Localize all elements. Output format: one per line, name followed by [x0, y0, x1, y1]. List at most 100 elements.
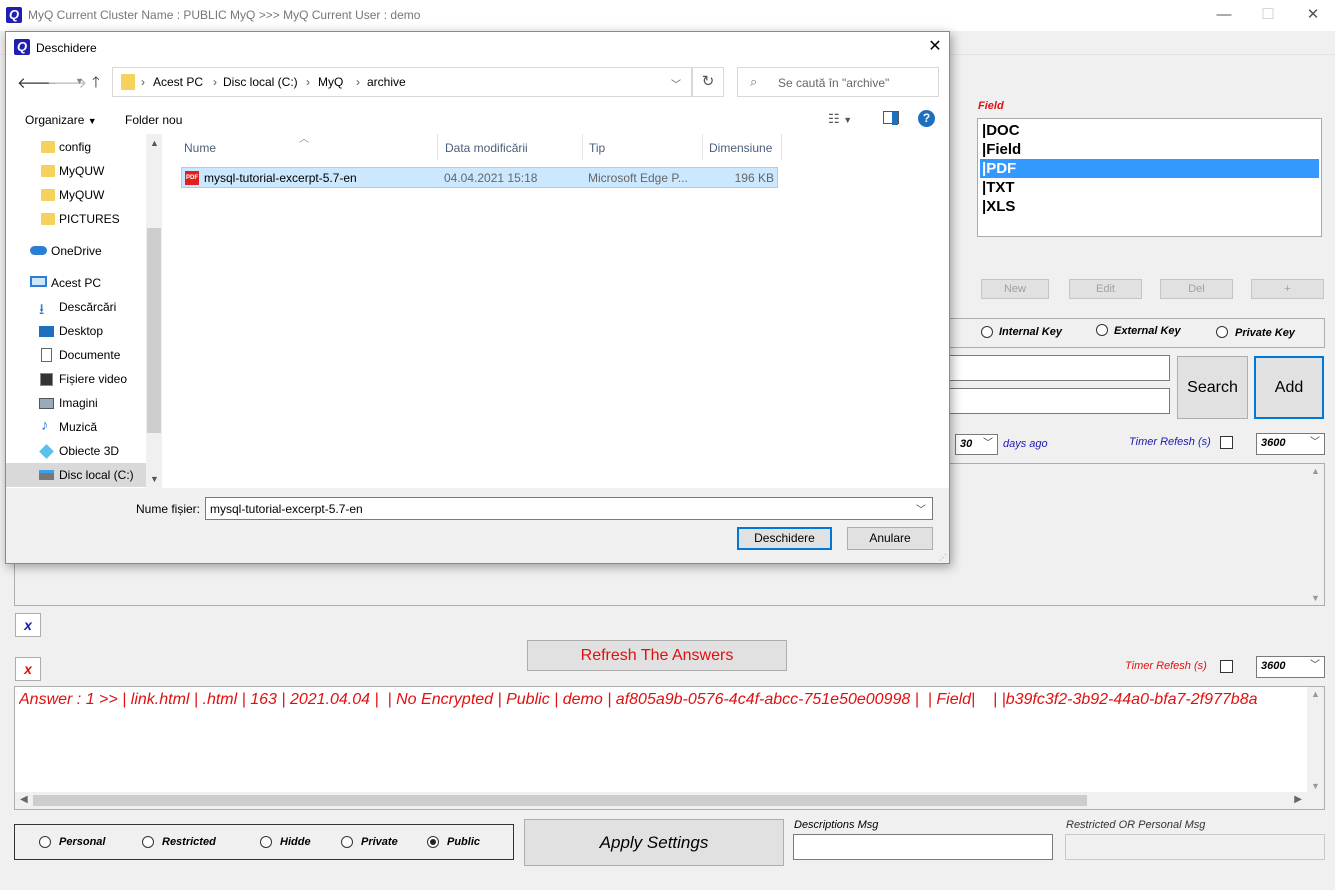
- edit-field-button[interactable]: Edit: [1069, 279, 1142, 299]
- answers-textarea[interactable]: Answer : 1 >> | link.html | .html | 163 …: [14, 686, 1325, 810]
- external-key-radio[interactable]: [1096, 324, 1108, 336]
- folder-icon: [41, 141, 55, 153]
- scroll-down-icon[interactable]: ▼: [1311, 593, 1320, 603]
- nav-pictures[interactable]: Imagini: [59, 396, 98, 410]
- scroll-right-icon[interactable]: ▶: [1294, 794, 1302, 805]
- internal-key-radio[interactable]: [981, 326, 993, 338]
- search-input[interactable]: [940, 355, 1170, 381]
- column-date[interactable]: Data modificării: [445, 141, 528, 155]
- internal-key-label: Internal Key: [999, 326, 1062, 338]
- cancel-button[interactable]: Anulare: [847, 527, 933, 550]
- help-icon[interactable]: ?: [918, 110, 935, 127]
- nav-local-disk[interactable]: Disc local (C:): [59, 468, 134, 482]
- clear-x-button-2[interactable]: x: [15, 657, 41, 681]
- answers-vscrollbar[interactable]: ▲ ▼: [1307, 687, 1324, 793]
- crumb-archive[interactable]: archive: [367, 75, 406, 89]
- minimize-button[interactable]: —: [1214, 6, 1234, 26]
- personal-radio[interactable]: [39, 836, 51, 848]
- refresh-answers-button[interactable]: Refresh The Answers: [527, 640, 787, 671]
- file-type: Microsoft Edge P...: [588, 171, 688, 185]
- answers-hscrollbar[interactable]: ◀ ▶: [15, 792, 1324, 809]
- scroll-left-icon[interactable]: ◀: [20, 794, 28, 805]
- field-item-xls[interactable]: |XLS: [980, 197, 1319, 216]
- search-button[interactable]: Search: [1177, 356, 1248, 419]
- field-item-pdf[interactable]: |PDF: [980, 159, 1319, 178]
- nav-music[interactable]: Muzică: [59, 420, 97, 434]
- hscroll-thumb[interactable]: [33, 795, 1087, 806]
- nav-folder-config[interactable]: config: [59, 140, 91, 154]
- address-bar[interactable]: › Acest PC › Disc local (C:) › MyQ › arc…: [112, 67, 692, 97]
- column-name[interactable]: Nume: [184, 141, 216, 155]
- filename-input[interactable]: mysql-tutorial-excerpt-5.7-en ﹀: [205, 497, 933, 520]
- field-item-txt[interactable]: |TXT: [980, 178, 1319, 197]
- restricted-msg-input[interactable]: [1065, 834, 1325, 860]
- nav-videos[interactable]: Fișiere video: [59, 372, 127, 386]
- public-radio[interactable]: [427, 836, 439, 848]
- add-button[interactable]: Add: [1254, 356, 1324, 419]
- close-button[interactable]: ✕: [1303, 6, 1323, 26]
- column-size[interactable]: Dimensiune: [709, 141, 772, 155]
- field-item-field[interactable]: |Field: [980, 140, 1319, 159]
- days-combo[interactable]: 30 ﹀: [955, 434, 998, 455]
- crumb-local-disk[interactable]: Disc local (C:): [223, 75, 298, 89]
- nav-onedrive[interactable]: OneDrive: [51, 244, 102, 258]
- scroll-down-icon[interactable]: ▼: [1311, 781, 1320, 791]
- timer-refresh-checkbox[interactable]: [1220, 660, 1233, 673]
- apply-settings-button[interactable]: Apply Settings: [524, 819, 784, 866]
- nav-scroll-thumb[interactable]: [147, 228, 161, 433]
- clear-x-button-1[interactable]: x: [15, 613, 41, 637]
- field-item-doc[interactable]: |DOC: [980, 121, 1319, 140]
- plus-field-button[interactable]: +: [1251, 279, 1324, 299]
- crumb-sep-icon: ›: [356, 75, 360, 89]
- view-options-icon[interactable]: ☷ ▼: [828, 111, 852, 127]
- nav-3d-objects[interactable]: Obiecte 3D: [59, 444, 119, 458]
- scroll-up-icon[interactable]: ▲: [1311, 689, 1320, 699]
- nav-documents[interactable]: Documente: [59, 348, 120, 362]
- restricted-radio[interactable]: [142, 836, 154, 848]
- scroll-up-icon[interactable]: ▲: [1311, 466, 1320, 476]
- open-button[interactable]: Deschidere: [737, 527, 832, 550]
- new-folder-button[interactable]: Folder nou: [125, 113, 182, 127]
- chevron-down-icon: ▼: [87, 116, 97, 126]
- scroll-down-icon[interactable]: ▼: [150, 474, 159, 484]
- nav-scrollbar[interactable]: ▲ ▼: [146, 134, 162, 488]
- delete-field-button[interactable]: Del: [1160, 279, 1233, 299]
- up-arrow-icon[interactable]: 🡑: [92, 72, 100, 97]
- private-key-label: Private Key: [1235, 327, 1295, 339]
- address-dropdown-icon[interactable]: ﹀: [671, 76, 681, 91]
- add-input[interactable]: [940, 388, 1170, 414]
- organize-menu[interactable]: Organizare ▼: [25, 113, 97, 127]
- timer-combo-top[interactable]: 3600 ﹀: [1256, 433, 1325, 455]
- recent-chevron-icon[interactable]: ▼: [75, 76, 84, 86]
- chevron-down-icon[interactable]: ﹀: [916, 501, 926, 516]
- preview-pane-icon[interactable]: [883, 111, 899, 125]
- dialog-close-button[interactable]: ✕: [923, 36, 947, 58]
- nav-folder-myquw-1[interactable]: MyQUW: [59, 164, 104, 178]
- hidde-radio[interactable]: [260, 836, 272, 848]
- new-field-button[interactable]: New: [981, 279, 1049, 299]
- nav-downloads[interactable]: Descărcări: [59, 300, 116, 314]
- nav-desktop[interactable]: Desktop: [59, 324, 103, 338]
- timer-combo[interactable]: 3600 ﹀: [1256, 656, 1325, 678]
- file-row[interactable]: PDF mysql-tutorial-excerpt-5.7-en 04.04.…: [181, 167, 778, 188]
- crumb-myq[interactable]: MyQ: [318, 75, 343, 89]
- private-radio[interactable]: [341, 836, 353, 848]
- resize-grip-icon[interactable]: ⋰: [939, 553, 947, 562]
- column-type[interactable]: Tip: [589, 141, 605, 155]
- chevron-down-icon: ﹀: [1310, 660, 1320, 671]
- key-type-group: Internal Key External Key Private Key: [940, 318, 1325, 348]
- scroll-up-icon[interactable]: ▲: [150, 138, 159, 148]
- dialog-search-box[interactable]: ⌕ Se caută în "archive": [737, 67, 939, 97]
- results-scrollbar[interactable]: ▲ ▼: [1307, 464, 1324, 605]
- nav-this-pc[interactable]: Acest PC: [51, 276, 101, 290]
- private-key-radio[interactable]: [1216, 326, 1228, 338]
- refresh-icon[interactable]: ↻: [692, 67, 724, 97]
- nav-folder-myquw-2[interactable]: MyQUW: [59, 188, 104, 202]
- descriptions-msg-input[interactable]: [793, 834, 1053, 860]
- timer-refresh-checkbox-top[interactable]: [1220, 436, 1233, 449]
- nav-folder-pictures[interactable]: PICTURES: [59, 212, 120, 226]
- maximize-button[interactable]: ☐: [1258, 6, 1278, 26]
- chevron-down-icon: ﹀: [983, 438, 993, 449]
- crumb-this-pc[interactable]: Acest PC: [153, 75, 203, 89]
- field-listbox[interactable]: |DOC |Field |PDF |TXT |XLS: [977, 118, 1322, 237]
